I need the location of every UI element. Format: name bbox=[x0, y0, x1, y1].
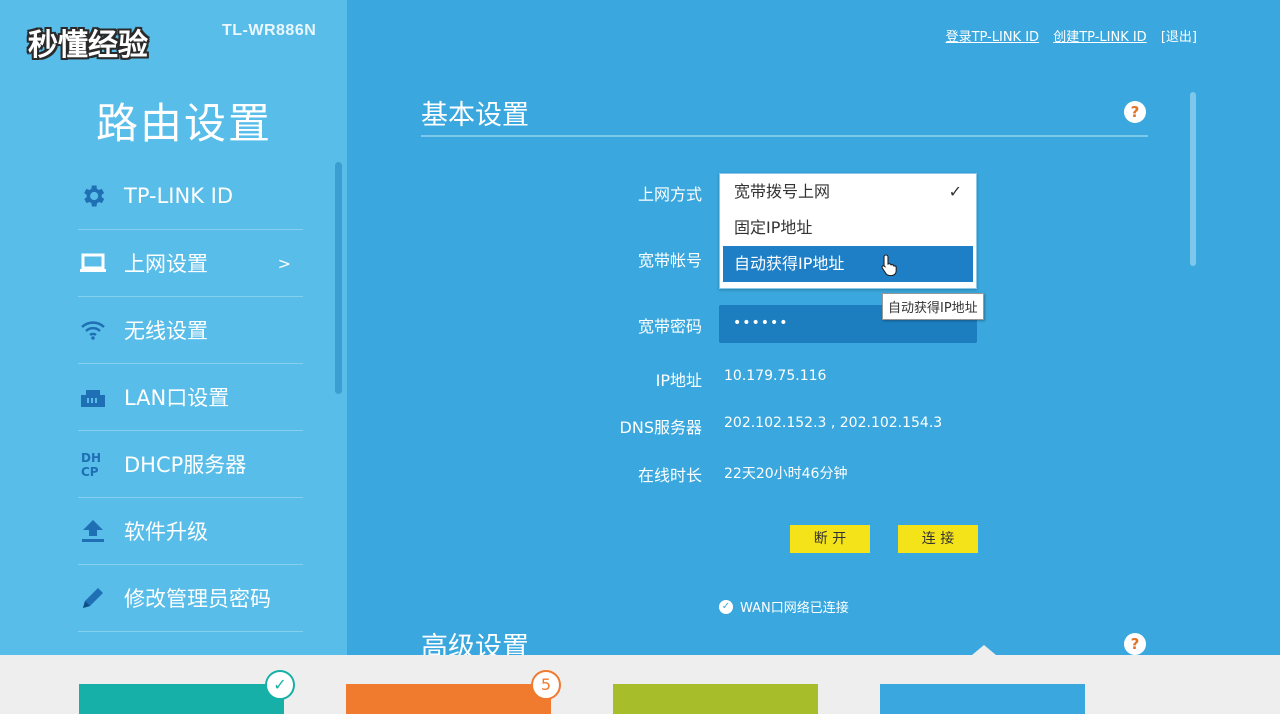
dropdown-option-dhcp[interactable]: 自动获得IP地址 bbox=[723, 246, 973, 282]
hand-cursor-icon bbox=[881, 254, 897, 280]
sidebar-scrollbar[interactable] bbox=[335, 162, 342, 394]
wan-status-text: WAN口网络已连接 bbox=[740, 601, 849, 616]
basic-settings-title: 基本设置 bbox=[421, 100, 529, 131]
sidebar-item-label: DHCP服务器 bbox=[124, 453, 247, 477]
wan-status: ✓ WAN口网络已连接 bbox=[719, 597, 849, 616]
svg-text:DH: DH bbox=[81, 451, 101, 465]
option-label: 自动获得IP地址 bbox=[734, 254, 845, 273]
help-icon[interactable]: ? bbox=[1124, 633, 1146, 655]
check-circle-icon: ✓ bbox=[719, 599, 733, 614]
login-tplink-id-link[interactable]: 登录TP-LINK ID bbox=[946, 30, 1040, 45]
connect-button[interactable]: 连 接 bbox=[898, 525, 978, 553]
dashboard-tile-network[interactable] bbox=[79, 684, 284, 714]
check-icon: ✓ bbox=[948, 182, 962, 201]
check-badge-icon: ✓ bbox=[265, 670, 295, 700]
sidebar-item-label: 修改管理员密码 bbox=[124, 587, 271, 611]
broadband-account-label: 宽带帐号 bbox=[637, 251, 702, 270]
sidebar-item-label: 上网设置 bbox=[124, 252, 208, 276]
sidebar-item-internet[interactable]: 上网设置 > bbox=[78, 230, 303, 297]
sidebar-item-upgrade[interactable]: 软件升级 bbox=[78, 498, 303, 565]
sidebar-item-lan[interactable]: LAN口设置 bbox=[78, 364, 303, 431]
broadband-password-label: 宽带密码 bbox=[637, 317, 702, 336]
main-panel: 登录TP-LINK ID 创建TP-LINK ID [退出] 基本设置 ? 上网… bbox=[347, 0, 1280, 663]
watermark-logo: 秒懂经验 bbox=[28, 28, 148, 63]
dropdown-option-static-ip[interactable]: 固定IP地址 bbox=[720, 210, 976, 246]
option-label: 宽带拨号上网 bbox=[734, 182, 831, 201]
online-duration-label: 在线时长 bbox=[637, 466, 702, 485]
dropdown-option-pppoe[interactable]: 宽带拨号上网 ✓ bbox=[720, 174, 976, 210]
sidebar-item-label: 无线设置 bbox=[124, 319, 208, 343]
svg-text:CP: CP bbox=[81, 465, 99, 479]
dashboard-tile-devices[interactable] bbox=[346, 684, 551, 714]
option-label: 固定IP地址 bbox=[734, 218, 813, 237]
ip-address-label: IP地址 bbox=[655, 371, 702, 390]
connection-mode-dropdown[interactable]: 宽带拨号上网 ✓ 固定IP地址 自动获得IP地址 bbox=[719, 173, 977, 289]
dashboard-tile-wireless[interactable] bbox=[613, 684, 818, 714]
upload-icon bbox=[78, 516, 108, 546]
sidebar-item-label: 软件升级 bbox=[124, 520, 208, 544]
disconnect-button[interactable]: 断 开 bbox=[790, 525, 870, 553]
sidebar-item-label: TP-LINK ID bbox=[124, 184, 234, 208]
laptop-icon bbox=[78, 248, 108, 278]
account-links: 登录TP-LINK ID 创建TP-LINK ID [退出] bbox=[936, 26, 1197, 45]
pencil-icon bbox=[78, 583, 108, 613]
sidebar-menu: TP-LINK ID 上网设置 > 无线设置 LAN口设置 DHCP DHCP bbox=[78, 163, 303, 632]
dashboard-tile-settings[interactable] bbox=[880, 684, 1085, 714]
sidebar-item-wireless[interactable]: 无线设置 bbox=[78, 297, 303, 364]
sidebar-item-dhcp[interactable]: DH CP DHCP服务器 bbox=[78, 431, 303, 498]
option-tooltip: 自动获得IP地址 bbox=[882, 293, 984, 320]
sidebar-item-admin-password[interactable]: 修改管理员密码 bbox=[78, 565, 303, 632]
content-scrollbar[interactable] bbox=[1190, 92, 1196, 266]
sidebar: 秒懂经验 TL-WR886N 路由设置 TP-LINK ID 上网设置 > 无线… bbox=[0, 0, 347, 655]
wifi-icon bbox=[78, 315, 108, 345]
lan-port-icon bbox=[78, 382, 108, 412]
connection-mode-label: 上网方式 bbox=[637, 185, 702, 204]
sidebar-item-tplink-id[interactable]: TP-LINK ID bbox=[78, 163, 303, 230]
logout-link[interactable]: [退出] bbox=[1161, 30, 1197, 45]
password-mask: •••••• bbox=[733, 315, 789, 331]
chevron-right-icon: > bbox=[277, 253, 291, 273]
dhcp-icon: DH CP bbox=[78, 449, 108, 479]
ip-address-value: 10.179.75.116 bbox=[724, 368, 827, 384]
create-tplink-id-link[interactable]: 创建TP-LINK ID bbox=[1053, 30, 1147, 45]
help-icon[interactable]: ? bbox=[1124, 101, 1146, 123]
dns-server-value: 202.102.152.3 , 202.102.154.3 bbox=[724, 415, 943, 431]
device-count-badge: 5 bbox=[531, 670, 561, 700]
section-divider bbox=[421, 135, 1148, 137]
sidebar-item-label: LAN口设置 bbox=[124, 386, 230, 410]
dns-server-label: DNS服务器 bbox=[619, 418, 702, 437]
online-duration-value: 22天20小时46分钟 bbox=[724, 466, 848, 482]
active-tile-pointer bbox=[972, 645, 996, 655]
router-model: TL-WR886N bbox=[222, 22, 317, 39]
sidebar-title: 路由设置 bbox=[96, 99, 273, 148]
gear-icon bbox=[78, 181, 108, 211]
